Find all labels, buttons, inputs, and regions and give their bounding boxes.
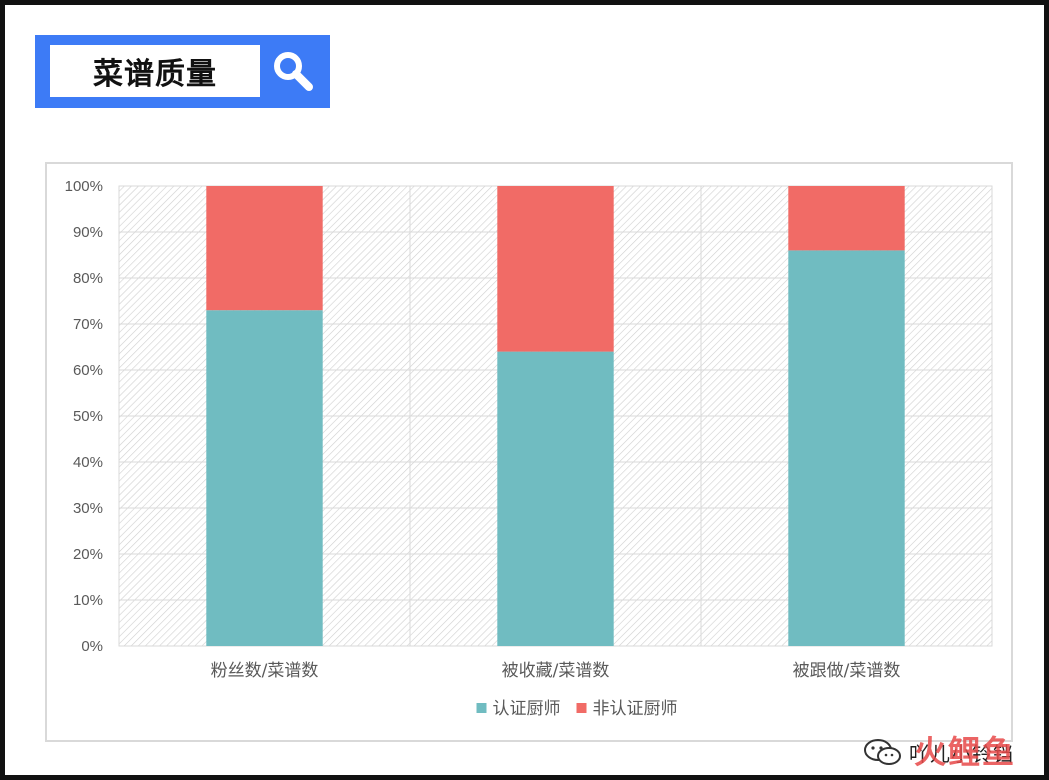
bar-segment-noncertified xyxy=(206,186,323,311)
legend-swatch xyxy=(476,703,487,713)
stacked-bar-chart: 0% 10% 20% 30% 40% 50% 60% 70% 80% 90% 100% 粉丝数/菜谱… xyxy=(65,178,993,719)
x-category-label: 被收藏/菜谱数 xyxy=(502,661,610,681)
bar-segment-certified xyxy=(788,250,905,646)
legend-swatch xyxy=(576,703,587,713)
search-icon xyxy=(274,52,313,91)
y-tick-label: 100% xyxy=(65,178,103,195)
slide-frame: 菜谱质量 0% 10% 20% 30% 40% 50% 60% 70% 80% 90% 100% 粉… xyxy=(0,0,1049,780)
y-tick-label: 40% xyxy=(73,454,103,471)
x-category-label: 被跟做/菜谱数 xyxy=(793,661,901,681)
bar-segment-noncertified xyxy=(788,186,905,251)
watermark-logo: 火鲤鱼 xyxy=(913,733,1016,771)
y-tick-label: 0% xyxy=(81,638,103,655)
y-tick-label: 60% xyxy=(73,362,103,379)
wechat-icon xyxy=(864,739,901,765)
bar-segment-certified xyxy=(497,351,614,646)
bar-segment-certified xyxy=(206,310,323,646)
page-title: 菜谱质量 xyxy=(93,57,217,92)
legend-label: 认证厨师 xyxy=(493,699,561,719)
bar-segment-noncertified xyxy=(497,186,614,352)
y-tick-label: 20% xyxy=(73,546,103,563)
chart-panel: 0% 10% 20% 30% 40% 50% 60% 70% 80% 90% 100% 粉丝数/菜谱… xyxy=(45,162,1013,742)
y-tick-label: 90% xyxy=(73,224,103,241)
y-tick-label: 70% xyxy=(73,316,103,333)
y-tick-label: 10% xyxy=(73,592,103,609)
x-category-label: 粉丝数/菜谱数 xyxy=(211,661,319,681)
legend-label: 非认证厨师 xyxy=(593,699,678,719)
title-box: 菜谱质量 xyxy=(50,45,260,97)
y-tick-label: 30% xyxy=(73,500,103,517)
title-banner: 菜谱质量 xyxy=(35,35,330,108)
y-tick-label: 80% xyxy=(73,270,103,287)
y-tick-label: 50% xyxy=(73,408,103,425)
watermark: 吖儿小铃铛 火鲤鱼 xyxy=(863,733,1014,771)
